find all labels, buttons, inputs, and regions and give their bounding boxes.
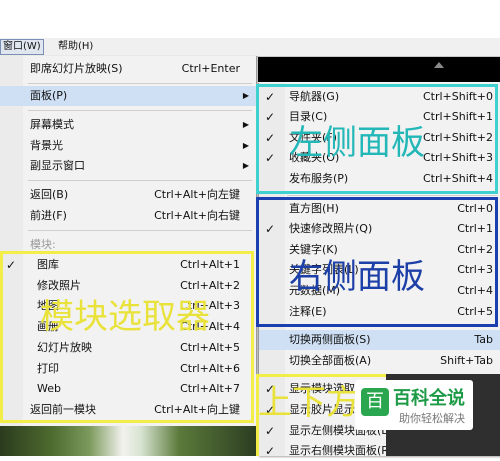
watermark: 百 百科全说 助你轻松解决 bbox=[355, 380, 473, 430]
menu-help[interactable]: 帮助(H) bbox=[56, 40, 95, 54]
submenu-arrow-icon: ▶ bbox=[242, 91, 249, 100]
menu-separator bbox=[28, 110, 252, 111]
app-top-area bbox=[0, 0, 500, 38]
menu-separator bbox=[28, 83, 252, 84]
submenu-arrow-icon: ▶ bbox=[242, 161, 249, 170]
menu-separator bbox=[28, 180, 252, 181]
watermark-subtitle: 助你轻松解决 bbox=[399, 412, 465, 425]
menu-item-lights-out[interactable]: 背景光 ▶ bbox=[0, 136, 256, 156]
annotation-label-module-picker: 模块选取器 bbox=[40, 297, 210, 337]
submenu-item-toggle-side-panels[interactable]: 切换两侧面板(S) Tab bbox=[259, 330, 500, 350]
annotation-label-right-panel: 右侧面板 bbox=[289, 257, 425, 297]
annotation-box-module-picker bbox=[0, 251, 254, 423]
menu-bar: 窗口(W) 帮助(H) bbox=[0, 38, 500, 57]
menu-item-panels[interactable]: 面板(P) ▶ bbox=[0, 86, 256, 106]
watermark-logo-icon: 百 bbox=[361, 388, 389, 416]
menu-separator bbox=[28, 230, 252, 231]
annotation-label-left-panel: 左侧面板 bbox=[289, 123, 425, 163]
collapse-triangle-icon[interactable] bbox=[434, 62, 444, 68]
menu-item-back[interactable]: 返回(B) Ctrl+Alt+向左键 bbox=[0, 185, 256, 205]
watermark-title: 百科全说 bbox=[393, 388, 465, 409]
submenu-arrow-icon: ▶ bbox=[242, 141, 249, 150]
menu-separator bbox=[287, 195, 497, 196]
submenu-arrow-icon: ▶ bbox=[242, 120, 249, 129]
annotation-label-top-bottom: 上下方 bbox=[258, 383, 360, 423]
menu-item-screen-mode[interactable]: 屏幕模式 ▶ bbox=[0, 115, 256, 135]
app-dark-header bbox=[258, 57, 500, 82]
menu-item-forward[interactable]: 前进(F) Ctrl+Alt+向右键 bbox=[0, 206, 256, 226]
submenu-item-toggle-all-panels[interactable]: 切换全部面板(A) Shift+Tab bbox=[259, 351, 500, 371]
menu-window[interactable]: 窗口(W) bbox=[0, 39, 44, 55]
menu-item-impromptu-slideshow[interactable]: 即席幻灯片放映(S) Ctrl+Enter bbox=[0, 59, 256, 79]
menu-item-secondary-display[interactable]: 副显示窗口 ▶ bbox=[0, 156, 256, 176]
photo-thumbnail-strip bbox=[0, 426, 256, 456]
